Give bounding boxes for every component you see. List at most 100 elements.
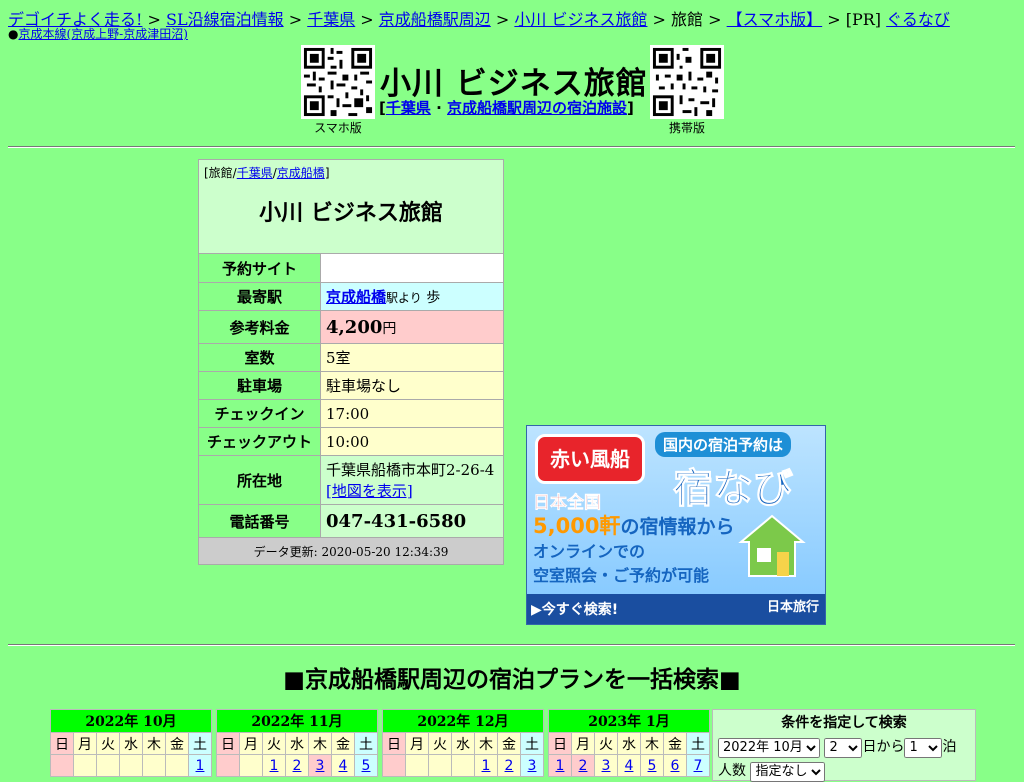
bullet: ● (8, 27, 19, 41)
calendar-month: 2023年 1月 (548, 709, 710, 733)
search-conditions-panel: 条件を指定して検索 2022年 10月 2日から 1 泊 人数 指定なし (712, 709, 976, 782)
header-pref-link[interactable]: 千葉県 (386, 99, 431, 117)
weekday: 木 (308, 732, 332, 755)
calendar-day-holiday[interactable]: 3 (308, 754, 332, 777)
table-row: 参考料金 4,200円 (198, 310, 504, 344)
calendar-day (142, 754, 166, 777)
weekday: 木 (142, 732, 166, 755)
divider (8, 644, 1015, 646)
breadcrumb-pref-link[interactable]: 千葉県 (307, 10, 355, 29)
calendar-day (50, 754, 74, 777)
people-label: 人数 (718, 763, 746, 779)
weekday: 水 (451, 732, 475, 755)
calendar-day[interactable]: 1 (188, 754, 212, 777)
breadcrumb-separator: > (355, 10, 379, 29)
calendar-day[interactable]: 4 (617, 754, 641, 777)
weekday: 月 (571, 732, 595, 755)
table-row: 所在地 千葉県船橋市本町2-26-4 [地図を表示] (198, 455, 504, 505)
railway-line-link[interactable]: 京成本線(京成上野-京成津田沼) (18, 27, 187, 41)
qr-code-smartphone-icon[interactable] (301, 45, 375, 119)
weekday: 日 (548, 732, 572, 755)
breadcrumb-area-link[interactable]: 京成船橋駅周辺 (379, 10, 491, 29)
price-label: 参考料金 (198, 310, 321, 344)
calendar-month: 2022年 11月 (216, 709, 378, 733)
nights-select[interactable]: 1 (904, 737, 943, 758)
rooms-label: 室数 (198, 343, 321, 372)
search-heading: ■京成船橋駅周辺の宿泊プランを一括検索■ (283, 667, 741, 693)
weekday: 土 (520, 732, 544, 755)
calendar-day[interactable]: 1 (262, 754, 286, 777)
ad-banner-yadonavi[interactable]: 赤い風船 国内の宿泊予約は 宿なび 日本全国 5,000軒の宿情報から オンライ… (526, 425, 826, 625)
people-select[interactable]: 指定なし (750, 761, 826, 782)
breadcrumb-type: 旅館 (671, 10, 704, 29)
price-value: 4,200 (326, 316, 383, 338)
address-label: 所在地 (198, 455, 321, 505)
breadcrumb-smartphone-link[interactable]: 【スマホ版】 (727, 10, 823, 29)
qr-caption-smartphone: スマホ版 (314, 121, 362, 135)
checkin-label: チェックイン (198, 399, 321, 428)
breadcrumb-hotel-link[interactable]: 小川 ビジネス旅館 (514, 10, 647, 29)
calendar-day[interactable]: 3 (520, 754, 544, 777)
table-row: チェックアウト 10:00 (198, 427, 504, 456)
calendar-day[interactable]: 2 (497, 754, 521, 777)
price-unit: 円 (382, 320, 397, 337)
table-row: [旅館/千葉県/京成船橋] 小川 ビジネス旅館 (198, 159, 504, 254)
date-row: 2022年 10月 2日から 1 泊 (718, 736, 956, 758)
weekday: 木 (640, 732, 664, 755)
category-pref-link[interactable]: 千葉県 (237, 166, 273, 180)
weekday: 金 (331, 732, 355, 755)
qr-code-mobile-icon[interactable] (650, 45, 724, 119)
ad-line3: オンラインでの (533, 542, 646, 561)
weekday: 火 (96, 732, 120, 755)
weekday: 水 (617, 732, 641, 755)
category-station-link[interactable]: 京成船橋 (277, 166, 325, 180)
nights-label: 泊 (942, 739, 957, 755)
calendar-day[interactable]: 5 (640, 754, 664, 777)
calendar-day[interactable]: 3 (594, 754, 618, 777)
ad-cta: ▶今すぐ検索! (531, 602, 619, 618)
calendar-day[interactable]: 2 (285, 754, 309, 777)
table-row: チェックイン 17:00 (198, 399, 504, 428)
map-link[interactable]: [地図を表示] (326, 482, 413, 500)
category-line: [旅館/千葉県/京成船橋] (204, 164, 498, 181)
calendar-day[interactable]: 6 (663, 754, 687, 777)
weekday: 日 (50, 732, 74, 755)
phone-value: 047-431-6580 (320, 504, 504, 538)
calendar-day[interactable]: 1 (548, 754, 572, 777)
people-row: 人数 指定なし (718, 760, 826, 782)
railway-line: ●京成本線(京成上野-京成津田沼) (8, 25, 188, 42)
weekday: 土 (686, 732, 710, 755)
month-select[interactable]: 2022年 10月 (718, 737, 820, 758)
reserve-value (320, 253, 504, 283)
table-row: 室数 5室 (198, 343, 504, 372)
breadcrumb-separator: > (703, 10, 727, 29)
bracket: ] (627, 99, 634, 117)
weekday: 火 (262, 732, 286, 755)
weekday: 月 (405, 732, 429, 755)
qr-pattern-icon (650, 45, 724, 119)
calendar-month: 2022年 12月 (382, 709, 544, 733)
breadcrumb-separator: > (490, 10, 515, 29)
weekday: 金 (497, 732, 521, 755)
ad-line2-rest: の宿情報から (620, 516, 735, 538)
calendar-day (96, 754, 120, 777)
calendar-day (428, 754, 452, 777)
address-value: 千葉県船橋市本町2-26-4 (326, 461, 495, 479)
breadcrumb-pr-link[interactable]: ぐるなび (886, 10, 950, 29)
calendar-day[interactable]: 5 (354, 754, 378, 777)
weekday: 水 (119, 732, 143, 755)
conditions-heading: 条件を指定して検索 (781, 715, 907, 731)
bracket: [ (379, 99, 386, 117)
table-row: 最寄駅 京成船橋駅より 歩 (198, 282, 504, 311)
day-select[interactable]: 2 (824, 737, 863, 758)
header-area-link[interactable]: 京成船橋駅周辺の宿泊施設 (447, 99, 627, 117)
calendar-day[interactable]: 4 (331, 754, 355, 777)
ad-company: 日本旅行 (766, 600, 819, 615)
weekday: 火 (594, 732, 618, 755)
station-link[interactable]: 京成船橋 (326, 288, 386, 306)
weekday: 木 (474, 732, 498, 755)
divider (8, 146, 1015, 148)
calendar-day[interactable]: 1 (474, 754, 498, 777)
calendar-day[interactable]: 7 (686, 754, 710, 777)
calendar-day-holiday[interactable]: 2 (571, 754, 595, 777)
